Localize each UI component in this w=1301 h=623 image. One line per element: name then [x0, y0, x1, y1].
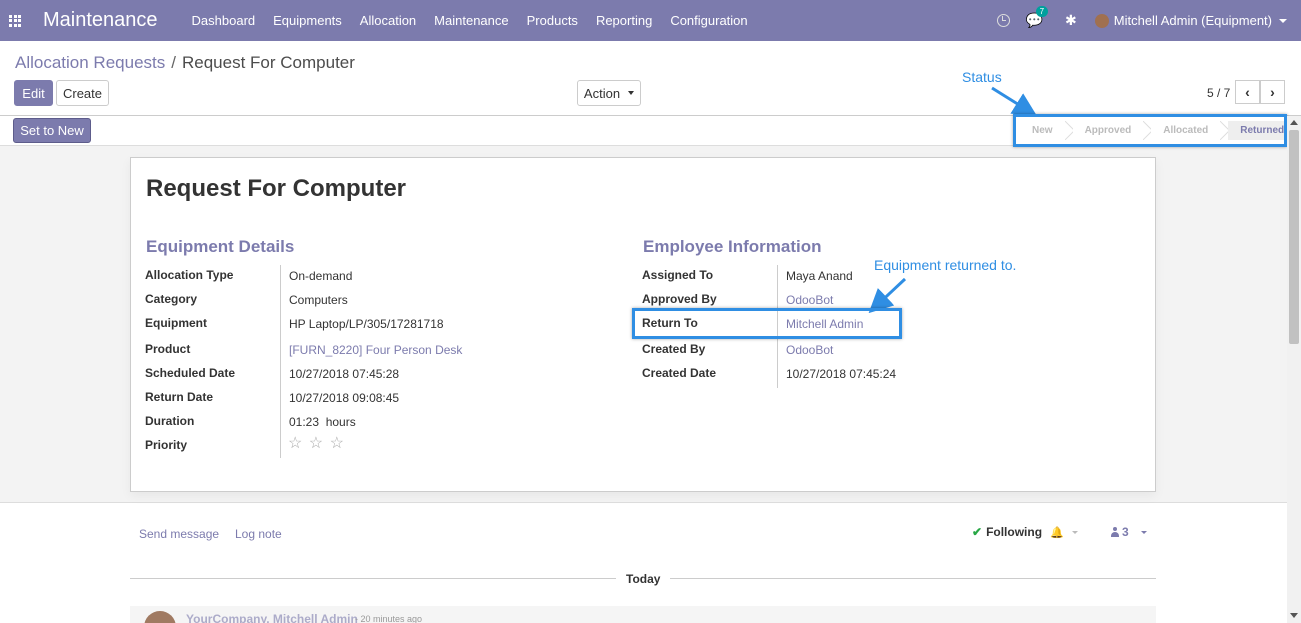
person-icon [1111, 527, 1119, 537]
allocation-type-value: On-demand [289, 269, 353, 283]
check-icon: ✔ [972, 525, 983, 539]
menu-products[interactable]: Products [527, 13, 578, 28]
created-date-value: 10/27/2018 07:45:24 [786, 367, 897, 381]
assigned-to-value: Maya Anand [786, 269, 853, 283]
following-label: Following [986, 525, 1043, 539]
apps-menu-icon[interactable] [9, 14, 21, 27]
app-name[interactable]: Maintenance [43, 9, 158, 32]
breadcrumb-parent-link[interactable]: Allocation Requests [15, 53, 165, 72]
priority-stars-icon[interactable]: ☆ ☆ ☆ [288, 433, 345, 453]
menu-equipments[interactable]: Equipments [273, 13, 342, 28]
created-date-label: Created Date [642, 366, 717, 380]
record-title: Request For Computer [146, 175, 407, 202]
product-label: Product [145, 342, 191, 356]
messages-count-badge: 7 [1035, 6, 1049, 17]
menu-reporting[interactable]: Reporting [596, 13, 652, 28]
equipment-details-heading: Equipment Details [146, 237, 295, 256]
product-link[interactable]: [FURN_8220] Four Person Desk [289, 343, 462, 357]
day-divider-right [670, 578, 1156, 579]
category-value: Computers [289, 293, 348, 307]
approved-by-link[interactable]: OdooBot [786, 293, 833, 307]
breadcrumb-separator: / [171, 53, 176, 72]
equipment-value: HP Laptop/LP/305/17281718 [289, 317, 444, 331]
log-note-link[interactable]: Log note [235, 527, 282, 541]
followers-count: 3 [1122, 525, 1129, 539]
status-annotation-label: Status [962, 69, 1002, 85]
message-timestamp: - 20 minutes ago [355, 614, 423, 623]
breadcrumb: Allocation Requests / Request For Computer [15, 53, 355, 73]
set-to-new-button[interactable]: Set to New [13, 118, 91, 143]
edit-button[interactable]: Edit [14, 80, 53, 106]
category-label: Category [145, 292, 198, 306]
scheduled-date-value: 10/27/2018 07:45:28 [289, 367, 400, 381]
day-separator-label: Today [626, 572, 661, 586]
action-caret-icon [628, 91, 635, 95]
following-button[interactable]: ✔ Following 🔔 [972, 525, 1078, 539]
scrollbar-thumb[interactable] [1289, 130, 1299, 344]
activity-clock-icon[interactable] [996, 14, 1010, 27]
scheduled-date-label: Scheduled Date [145, 366, 236, 380]
employee-information-heading: Employee Information [643, 237, 822, 256]
approved-by-label: Approved By [642, 292, 717, 306]
debug-bug-icon[interactable]: ✱ [1065, 12, 1077, 29]
equipment-label: Equipment [145, 316, 207, 330]
return-to-highlight-box [632, 308, 902, 339]
main-menu: Dashboard Equipments Allocation Maintena… [192, 13, 766, 28]
assigned-to-label: Assigned To [642, 268, 714, 282]
breadcrumb-current: Request For Computer [182, 53, 355, 72]
user-menu-caret-icon[interactable] [1279, 18, 1287, 23]
pager-previous-button[interactable]: ‹ [1235, 80, 1260, 104]
menu-configuration[interactable]: Configuration [670, 13, 747, 28]
action-label: Action [583, 85, 621, 101]
message-author[interactable]: YourCompany, Mitchell Admin [186, 612, 358, 623]
send-message-link[interactable]: Send message [139, 527, 219, 541]
status-highlight-box [1013, 114, 1287, 147]
messaging-icon[interactable]: 💬 7 [1026, 6, 1049, 29]
follow-options-caret-icon[interactable] [1071, 530, 1078, 534]
navbar-systray: 💬 7 ✱ Mitchell Admin (Equipment) [996, 0, 1287, 41]
status-arrow-icon [991, 86, 1038, 117]
followers-button[interactable]: 3 [1111, 525, 1147, 539]
priority-label: Priority [145, 438, 188, 452]
returned-to-annotation-label: Equipment returned to. [874, 257, 1017, 273]
return-date-label: Return Date [145, 390, 214, 404]
scroll-down-arrow-icon[interactable] [1290, 613, 1298, 618]
menu-maintenance[interactable]: Maintenance [434, 13, 508, 28]
duration-value: 01:23 hours [289, 415, 356, 429]
created-by-label: Created By [642, 342, 706, 356]
equipment-details-divider [280, 265, 281, 458]
pager-value[interactable]: 5 / 7 [1207, 86, 1230, 100]
duration-label: Duration [145, 414, 195, 428]
pager-next-button[interactable]: › [1260, 80, 1285, 104]
top-navbar: Maintenance Dashboard Equipments Allocat… [0, 0, 1301, 41]
day-divider-left [130, 578, 616, 579]
created-by-link[interactable]: OdooBot [786, 343, 833, 357]
create-button[interactable]: Create [56, 80, 109, 106]
menu-dashboard[interactable]: Dashboard [192, 13, 256, 28]
menu-allocation[interactable]: Allocation [360, 13, 416, 28]
action-dropdown[interactable]: Action [577, 80, 641, 106]
return-date-value: 10/27/2018 09:08:45 [289, 391, 400, 405]
followers-caret-icon [1140, 530, 1147, 534]
scroll-up-arrow-icon[interactable] [1290, 120, 1298, 125]
bell-icon[interactable]: 🔔 [1050, 526, 1064, 539]
user-menu[interactable]: Mitchell Admin (Equipment) [1114, 13, 1272, 28]
allocation-type-label: Allocation Type [145, 268, 234, 282]
user-avatar[interactable] [1094, 13, 1109, 28]
